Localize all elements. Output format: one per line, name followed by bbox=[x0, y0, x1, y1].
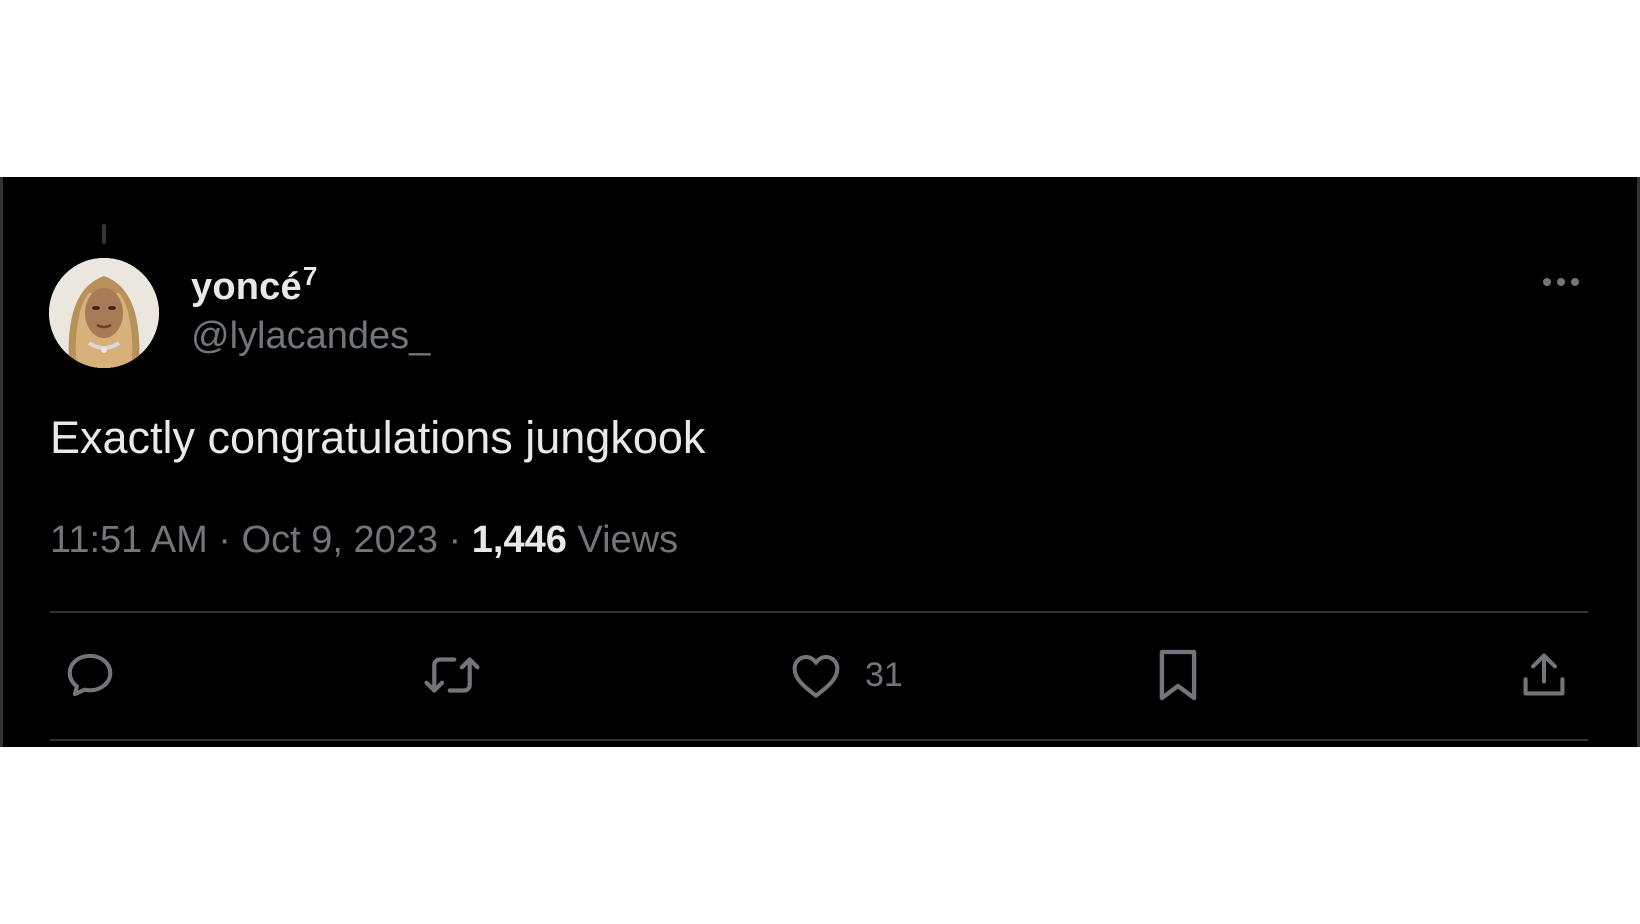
more-dot-icon bbox=[1571, 278, 1579, 286]
display-name-text: yoncé bbox=[191, 266, 302, 308]
user-handle[interactable]: @lylacandes_ bbox=[191, 315, 430, 358]
tweet-meta: 11:51 AM · Oct 9, 2023 · 1,446 Views bbox=[50, 519, 678, 562]
tweet-card: yoncé7 @lylacandes_ Exactly congratulati… bbox=[0, 177, 1640, 747]
heart-icon bbox=[792, 654, 840, 698]
share-icon bbox=[1523, 653, 1565, 696]
retweet-button[interactable] bbox=[421, 647, 483, 703]
retweet-icon bbox=[424, 657, 480, 693]
tweet-time[interactable]: 11:51 AM bbox=[50, 519, 208, 561]
divider bbox=[50, 611, 1588, 613]
bookmark-button[interactable] bbox=[1155, 647, 1201, 703]
thread-connector-line bbox=[102, 224, 106, 244]
reply-button[interactable] bbox=[63, 647, 117, 703]
more-dot-icon bbox=[1557, 278, 1565, 286]
more-dot-icon bbox=[1543, 278, 1551, 286]
avatar[interactable] bbox=[49, 258, 159, 368]
bookmark-icon bbox=[1159, 649, 1197, 701]
like-button[interactable]: 31 bbox=[789, 647, 903, 703]
meta-separator: · bbox=[218, 519, 242, 561]
more-options-button[interactable] bbox=[1537, 267, 1585, 297]
avatar-image bbox=[49, 258, 159, 368]
tweet-text: Exactly congratulations jungkook bbox=[50, 412, 706, 463]
like-count: 31 bbox=[865, 655, 903, 694]
share-button[interactable] bbox=[1518, 647, 1570, 703]
reply-icon bbox=[67, 653, 113, 697]
meta-separator: · bbox=[448, 519, 472, 561]
display-name[interactable]: yoncé7 bbox=[191, 261, 318, 309]
views-count[interactable]: 1,446 bbox=[472, 519, 567, 561]
tweet-date[interactable]: Oct 9, 2023 bbox=[242, 519, 438, 561]
views-label: Views bbox=[577, 519, 679, 561]
divider bbox=[50, 739, 1588, 741]
display-name-superscript: 7 bbox=[302, 261, 318, 291]
